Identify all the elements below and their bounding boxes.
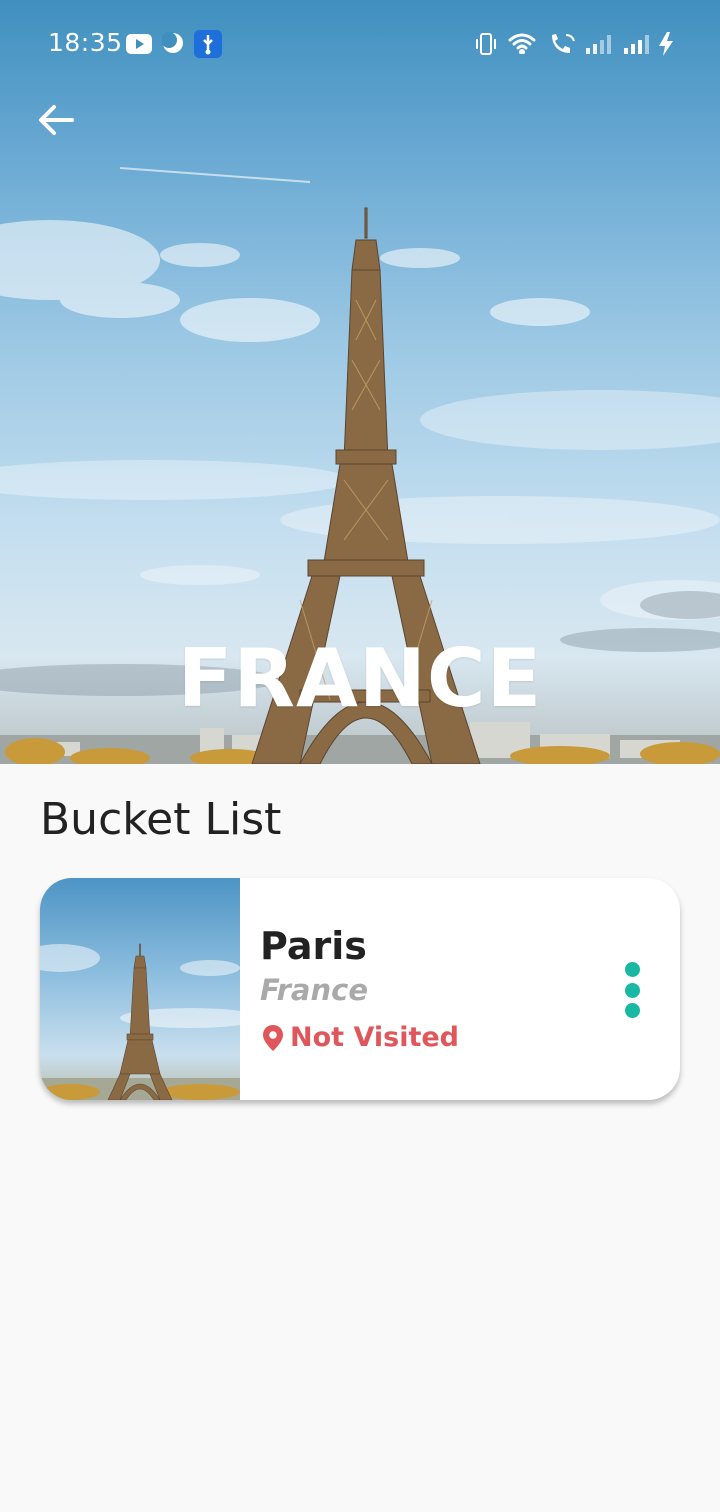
signal-1-icon	[584, 32, 612, 59]
moon-icon	[161, 32, 184, 59]
vibrate-icon	[474, 32, 498, 61]
screen: 18:35 FRANCE Bucket List Paris France No…	[0, 0, 720, 1512]
place-country: France	[260, 973, 368, 1007]
arrow-left-icon	[39, 105, 74, 135]
visit-status: Not Visited	[262, 1022, 459, 1053]
status-time: 18:35	[48, 28, 123, 57]
usb-icon	[194, 30, 222, 63]
location-pin-icon	[263, 1024, 283, 1051]
youtube-icon	[126, 34, 152, 59]
place-name: Paris	[260, 924, 367, 968]
hero-image: 18:35 FRANCE	[0, 0, 720, 764]
charging-icon	[658, 32, 674, 61]
bucket-list-card[interactable]: Paris France Not Visited	[40, 878, 680, 1100]
more-vertical-icon	[624, 962, 640, 977]
signal-2-icon	[622, 32, 650, 59]
country-title: FRANCE	[177, 632, 543, 725]
section-title: Bucket List	[40, 794, 282, 845]
visit-status-label: Not Visited	[290, 1022, 460, 1053]
back-button[interactable]	[28, 92, 84, 148]
more-options-button[interactable]	[610, 962, 654, 1018]
place-thumbnail	[40, 878, 240, 1100]
wifi-icon	[508, 32, 536, 59]
wifi-calling-icon	[548, 32, 576, 61]
status-bar: 18:35	[0, 0, 720, 88]
